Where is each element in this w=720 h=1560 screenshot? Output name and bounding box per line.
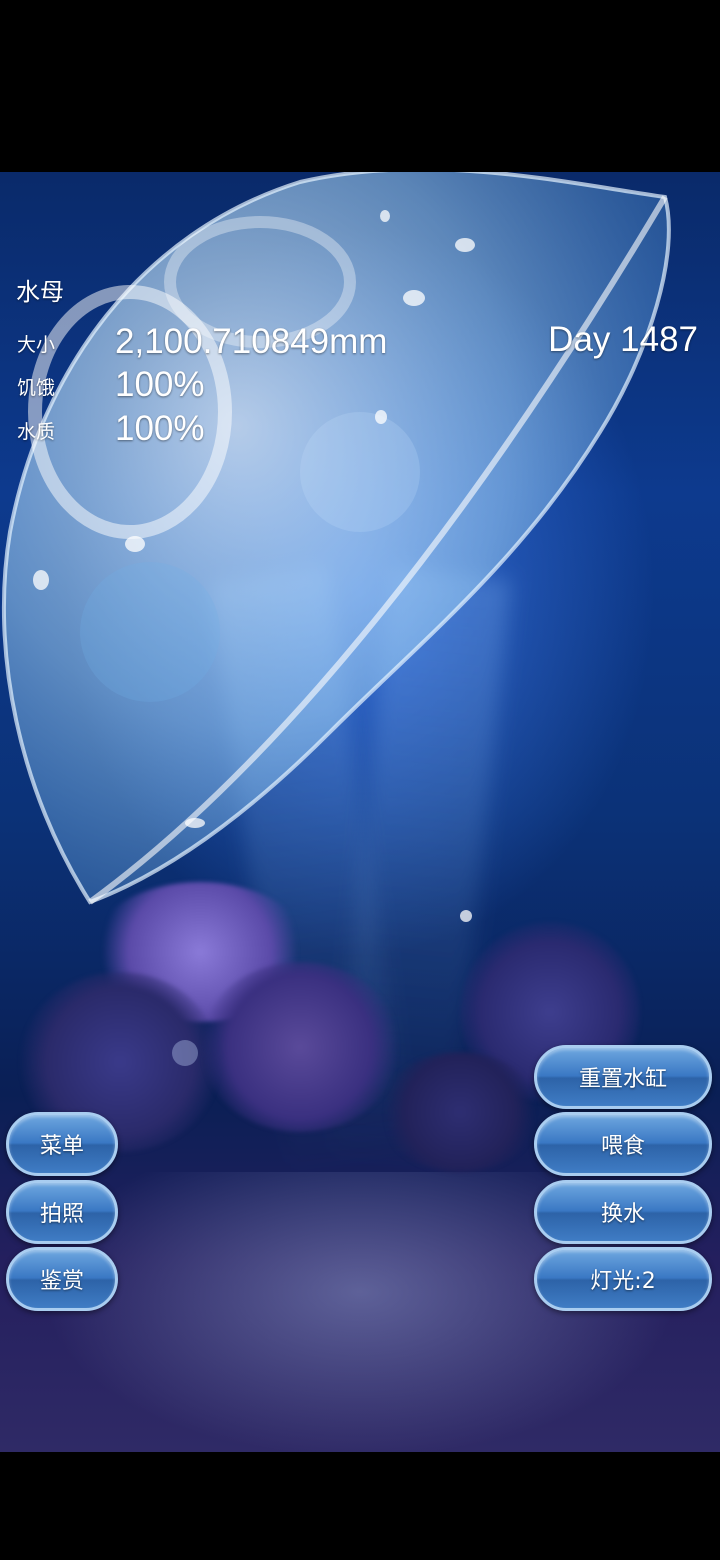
bubble (403, 290, 425, 306)
jellyfish-bell (1, 172, 671, 905)
change-water-button[interactable]: 换水 (534, 1180, 712, 1244)
bubble (185, 818, 205, 828)
size-label: 大小 (17, 334, 56, 356)
bubble (455, 238, 475, 252)
creature-name: 水母 (16, 278, 64, 306)
menu-button[interactable]: 菜单 (6, 1112, 118, 1176)
bubble (125, 536, 145, 552)
bubble (33, 570, 49, 590)
size-value: 2,100.710849mm (115, 322, 388, 361)
bubble (375, 410, 387, 424)
bubble (380, 210, 390, 222)
jellyfish-spot (80, 562, 220, 702)
photo-button[interactable]: 拍照 (6, 1180, 118, 1244)
hunger-value: 100% (115, 365, 205, 404)
feed-button[interactable]: 喂食 (534, 1112, 712, 1176)
bubble (460, 910, 472, 922)
bubble (172, 1040, 198, 1066)
coral-right (380, 1052, 540, 1172)
coral-dark (200, 962, 400, 1132)
jellyfish-spot (300, 412, 420, 532)
jellyfish[interactable] (0, 172, 720, 932)
hunger-label: 饥饿 (17, 377, 56, 399)
gallery-button[interactable]: 鉴赏 (6, 1247, 118, 1311)
water-quality-value: 100% (115, 409, 205, 448)
reset-tank-button[interactable]: 重置水缸 (534, 1045, 712, 1109)
light-button[interactable]: 灯光:2 (534, 1247, 712, 1311)
water-quality-label: 水质 (17, 421, 56, 443)
day-counter: Day 1487 (548, 320, 698, 359)
